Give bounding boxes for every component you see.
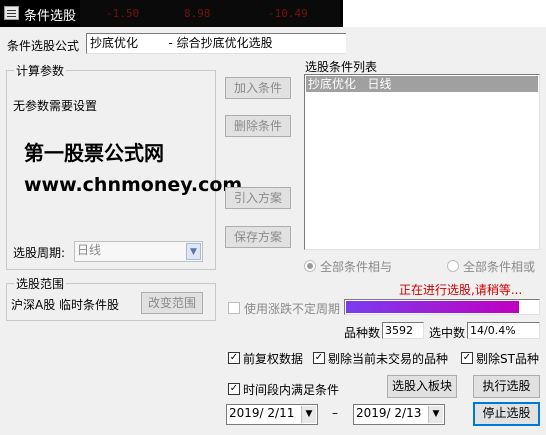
chevron-down-icon[interactable]: ▼ — [301, 406, 316, 423]
exclude-st-checkbox[interactable]: ✓ — [461, 352, 473, 364]
save-scheme-button[interactable]: 保存方案 — [225, 226, 291, 248]
start-date-picker[interactable]: 2019/ 2/11 ▼ — [226, 404, 318, 425]
date-range-dash: – — [332, 406, 338, 420]
stop-selection-button[interactable]: 停止选股 — [473, 402, 540, 426]
watermark-url: www.chnmoney.com — [24, 174, 243, 196]
ticker-value: -10.49 — [268, 7, 308, 20]
background-ticker: -1.50 8.98 -10.49 — [80, 0, 340, 27]
exclude-no-trade-checkbox[interactable]: ✓ — [313, 352, 325, 364]
chevron-down-icon[interactable]: ▼ — [428, 406, 443, 423]
logic-or-radio[interactable] — [447, 260, 459, 272]
time-range-label: 时间段内满足条件 — [243, 383, 340, 397]
condition-stock-selection-window: 条件选股 -1.50 8.98 -10.49 条件选股公式 抄底优化 - 综合抄… — [0, 0, 546, 435]
progress-fill — [346, 301, 519, 313]
formula-field[interactable]: 抄底优化 - 综合抄底优化选股 — [86, 33, 346, 54]
period-select[interactable]: 日线 ▼ — [74, 241, 203, 262]
end-date-picker[interactable]: 2019/ 2/13 ▼ — [353, 404, 445, 425]
prev-adjust-checkbox[interactable]: ✓ — [228, 352, 240, 364]
ticker-value: 8.98 — [184, 7, 211, 20]
no-params-text: 无参数需要设置 — [13, 99, 98, 113]
volatile-period-label: 使用涨跌不定周期 — [244, 302, 341, 316]
calc-params-title: 计算参数 — [14, 62, 67, 79]
select-to-block-button[interactable]: 选股入板块 — [387, 375, 457, 398]
formula-label: 条件选股公式 — [7, 39, 80, 53]
scope-title: 选股范围 — [14, 275, 67, 292]
exclude-st-label: 剔除ST品种 — [476, 352, 539, 366]
watermark-title: 第一股票公式网 — [24, 141, 164, 165]
chevron-down-icon[interactable]: ▼ — [186, 243, 201, 260]
logic-and-radio[interactable] — [304, 260, 316, 272]
scope-value: 沪深A股 临时条件股 — [11, 298, 120, 312]
execute-selection-button[interactable]: 执行选股 — [473, 375, 540, 398]
period-label: 选股周期: — [13, 246, 66, 260]
count-label: 品种数 — [344, 326, 381, 340]
volatile-period-checkbox[interactable] — [228, 302, 240, 314]
selected-label: 选中数 — [429, 326, 466, 340]
add-condition-button[interactable]: 加入条件 — [225, 77, 291, 99]
logic-or-label: 全部条件相或 — [463, 260, 536, 274]
time-range-checkbox[interactable]: ✓ — [228, 383, 240, 395]
status-text: 正在进行选股,请稍等... — [399, 283, 523, 297]
progress-bar — [344, 299, 540, 315]
selected-value: 14/0.4% — [467, 322, 540, 339]
prev-adjust-label: 前复权数据 — [243, 352, 304, 366]
title-bar: 条件选股 -1.50 8.98 -10.49 — [0, 0, 546, 27]
import-scheme-button[interactable]: 引入方案 — [225, 187, 291, 209]
logic-and-label: 全部条件相与 — [320, 260, 393, 274]
start-date-value: 2019/ 2/11 — [229, 406, 295, 420]
condition-list-item[interactable]: 抄底优化 日线 — [306, 76, 538, 92]
end-date-value: 2019/ 2/13 — [356, 406, 422, 420]
window-icon — [4, 6, 19, 20]
title-bar-blank — [343, 0, 546, 27]
condition-list[interactable]: 抄底优化 日线 — [304, 74, 540, 250]
change-range-button[interactable]: 改变范围 — [141, 292, 203, 314]
condition-list-title: 选股条件列表 — [305, 60, 378, 74]
exclude-no-trade-label: 剔除当前未交易的品种 — [328, 352, 449, 366]
count-value: 3592 — [382, 322, 424, 339]
ticker-value: -1.50 — [106, 7, 140, 20]
delete-condition-button[interactable]: 删除条件 — [225, 115, 291, 137]
window-title: 条件选股 — [24, 9, 77, 24]
period-select-value: 日线 — [77, 243, 102, 257]
